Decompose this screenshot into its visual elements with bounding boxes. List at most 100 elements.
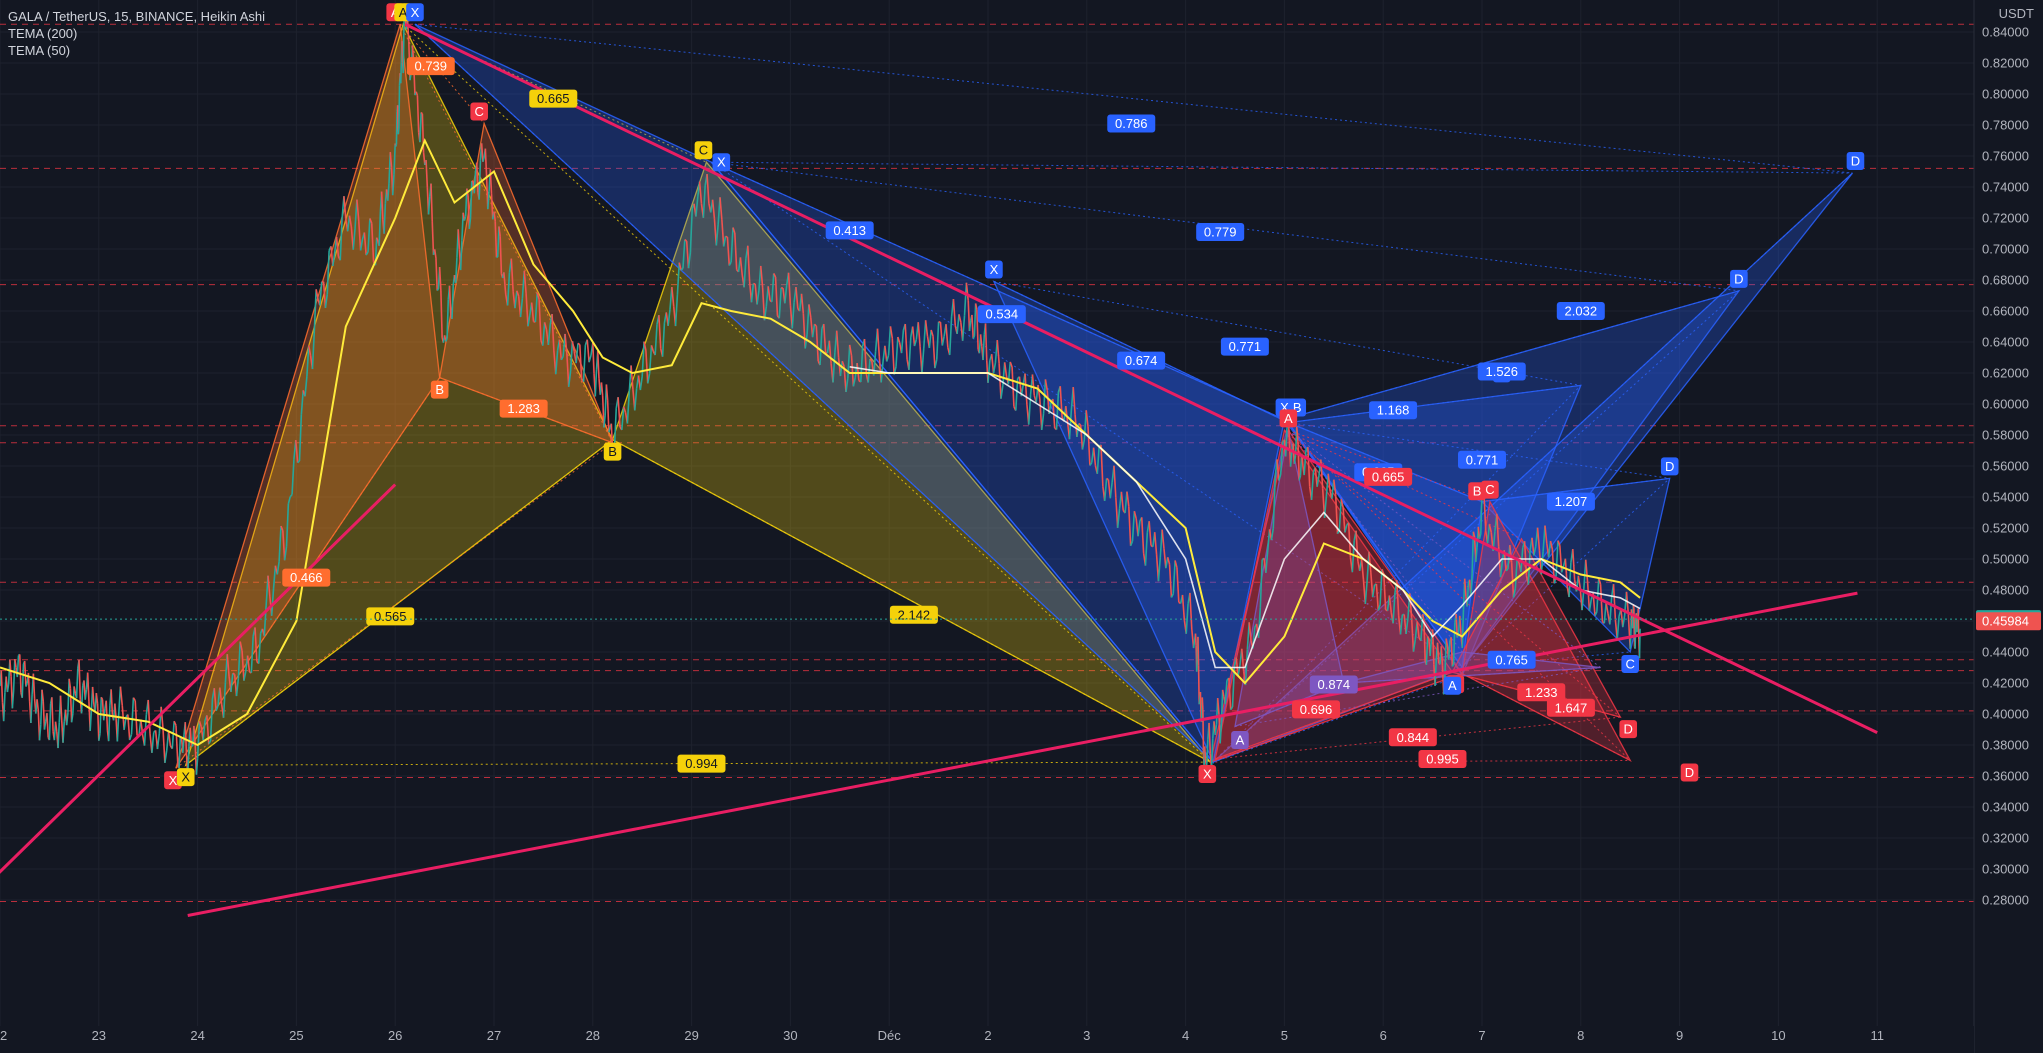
candle-down — [51, 697, 54, 732]
candle-down — [1426, 636, 1430, 640]
ratio-label-text: 0.696 — [1300, 702, 1333, 717]
candle-down — [577, 342, 581, 346]
candle-down — [42, 700, 46, 730]
point-label: X — [176, 768, 195, 787]
candle-up — [399, 62, 403, 84]
ratio-label-text: 0.786 — [1115, 116, 1148, 131]
ratio-label-text: 0.874 — [1318, 677, 1351, 692]
point-label-text: C — [699, 143, 708, 158]
ratio-label-text: 0.665 — [1372, 469, 1405, 484]
price-tick-label: 0.58000 — [1982, 428, 2029, 443]
ratio-label-text: 0.534 — [986, 307, 1019, 322]
time-tick-label: 30 — [783, 1028, 797, 1043]
price-tick-label: 0.40000 — [1982, 707, 2029, 722]
price-tick-label: 0.84000 — [1982, 25, 2029, 40]
candle-up — [151, 732, 155, 753]
price-tick-label: 0.48000 — [1982, 583, 2029, 598]
point-label: C — [694, 141, 713, 160]
ratio-label-text: 0.466 — [290, 570, 323, 585]
time-tick-label: 29 — [684, 1028, 698, 1043]
price-tick-label: 0.36000 — [1982, 769, 2029, 784]
candle-down — [147, 699, 151, 734]
candle-up — [1638, 628, 1641, 659]
time-tick-label: 23 — [92, 1028, 106, 1043]
candle-down — [1202, 709, 1205, 756]
ratio-label: 0.696 — [1292, 700, 1341, 719]
ratio-label: 1.207 — [1546, 492, 1595, 511]
time-tick-label: 9 — [1676, 1028, 1683, 1043]
point-label: X — [985, 260, 1003, 279]
price-tick-label: 0.42000 — [1982, 676, 2029, 691]
candle-down — [586, 339, 590, 363]
candle-down — [91, 686, 95, 705]
point-label-text: D — [1685, 765, 1694, 780]
candle-down — [0, 670, 4, 703]
point-label: X — [1198, 765, 1217, 784]
ratio-label-text: 0.844 — [1397, 730, 1430, 745]
point-label: B — [430, 380, 449, 399]
time-tick-label: 11 — [1870, 1028, 1884, 1043]
time-tick-label: 7 — [1478, 1028, 1485, 1043]
ratio-label: 0.665 — [1364, 467, 1413, 486]
candle-up — [395, 143, 398, 147]
time-tick-label: 8 — [1577, 1028, 1584, 1043]
price-tick-label: 0.76000 — [1982, 149, 2029, 164]
price-tick-label: 0.72000 — [1982, 211, 2029, 226]
point-label: A — [1231, 730, 1249, 749]
price-tick-label: 0.50000 — [1982, 552, 2029, 567]
ratio-label: 0.765 — [1487, 650, 1536, 669]
candle-down — [1194, 633, 1197, 646]
candle-up — [65, 712, 69, 726]
price-tick-label: 0.54000 — [1982, 490, 2029, 505]
candle-down — [100, 696, 104, 700]
candle-down — [167, 730, 172, 747]
time-tick-label: 5 — [1281, 1028, 1288, 1043]
ratio-label-text: 0.994 — [685, 756, 718, 771]
time-tick-label: 4 — [1182, 1028, 1189, 1043]
ratio-label: 0.665 — [529, 89, 578, 108]
candle-down — [86, 672, 90, 702]
candle-up — [1195, 658, 1199, 672]
ratio-label: 2.142 — [889, 605, 938, 624]
price-tick-label: 0.64000 — [1982, 335, 2029, 350]
indicator-tema-200[interactable]: TEMA (200) — [8, 25, 265, 42]
ratio-label-text: 2.142 — [898, 607, 931, 622]
candle-down — [606, 400, 610, 433]
price-tick-label: 0.52000 — [1982, 521, 2029, 536]
candle-up — [972, 335, 976, 339]
ratio-label-text: 0.995 — [1426, 751, 1459, 766]
candle-up — [156, 733, 161, 750]
point-label-text: X — [411, 5, 420, 20]
candle-up — [436, 288, 440, 292]
price-tick-label: 0.68000 — [1982, 273, 2029, 288]
indicator-tema-50[interactable]: TEMA (50) — [8, 42, 265, 59]
symbol-title[interactable]: GALA / TetherUS, 15, BINANCE, Heikin Ash… — [8, 8, 265, 25]
candle-up — [395, 111, 398, 145]
ratio-label-text: 2.032 — [1565, 304, 1598, 319]
ratio-label-text: 0.765 — [1495, 652, 1528, 667]
candle-down — [600, 382, 604, 397]
candle-up — [89, 709, 93, 732]
price-tick-label: 0.70000 — [1982, 242, 2029, 257]
time-axis[interactable]: 222324252627282930Déc234567891011 — [0, 1026, 1974, 1053]
point-label: D — [1680, 763, 1699, 782]
point-label-text: A — [1448, 678, 1457, 693]
candle-down — [134, 700, 138, 736]
time-tick-label: 28 — [586, 1028, 600, 1043]
time-tick-label: 3 — [1083, 1028, 1090, 1043]
price-unit-label: USDT — [1999, 6, 2034, 21]
price-tick-label: 0.62000 — [1982, 366, 2029, 381]
ratio-label: 1.168 — [1369, 401, 1418, 420]
price-tick-label: 0.80000 — [1982, 87, 2029, 102]
price-chart[interactable]: AAXCBBCXXXXXXBAABABCCDDDDDD0.7390.6650.7… — [0, 0, 2043, 1053]
price-tick-label: 0.34000 — [1982, 800, 2029, 815]
candle-down — [160, 706, 164, 729]
price-tick-label: 0.66000 — [1982, 304, 2029, 319]
price-tick-label: 0.38000 — [1982, 738, 2029, 753]
candle-up — [12, 659, 16, 692]
point-label-text: D — [1624, 722, 1633, 737]
ratio-label: 0.534 — [977, 305, 1026, 324]
point-label-text: B — [608, 444, 617, 459]
ratio-label: 0.771 — [1220, 337, 1269, 356]
ratio-label-text: 0.565 — [374, 609, 407, 624]
